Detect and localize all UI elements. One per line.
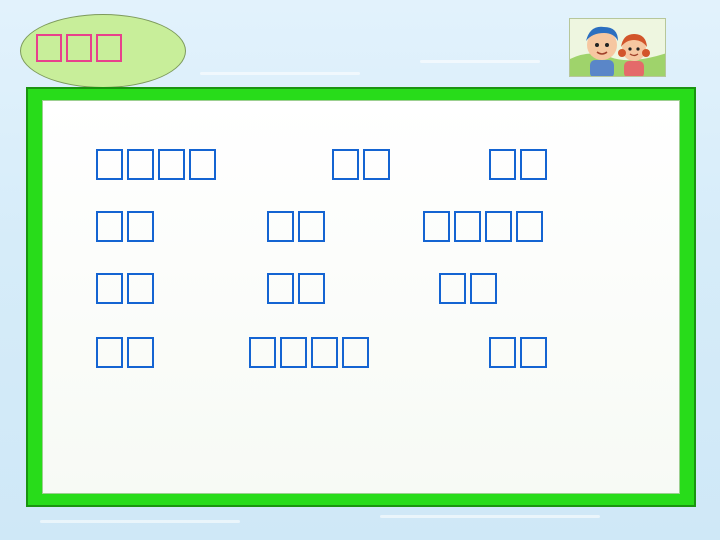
word-glyph (96, 149, 123, 180)
word-glyph (311, 337, 338, 368)
word-glyph (520, 149, 547, 180)
background-streak (420, 60, 540, 63)
word-glyph (96, 211, 123, 242)
word-glyph (454, 211, 481, 242)
word-glyph (489, 337, 516, 368)
title-glyph (66, 34, 92, 62)
word-glyph (267, 273, 294, 304)
word-glyph (516, 211, 543, 242)
word-glyph (342, 337, 369, 368)
word-item (423, 211, 543, 242)
word-item (489, 149, 547, 180)
kids-illustration (570, 19, 665, 76)
word-item (249, 337, 369, 368)
title-glyph (96, 34, 122, 62)
word-glyph (439, 273, 466, 304)
word-glyph (127, 337, 154, 368)
word-row (43, 211, 679, 247)
word-item (489, 337, 547, 368)
word-board (26, 87, 696, 507)
page-title (36, 34, 122, 68)
word-item (96, 337, 154, 368)
word-glyph (280, 337, 307, 368)
word-glyph (189, 149, 216, 180)
word-item (267, 273, 325, 304)
word-glyph (127, 149, 154, 180)
word-item (96, 273, 154, 304)
title-glyph (36, 34, 62, 62)
word-item (332, 149, 390, 180)
word-glyph (127, 211, 154, 242)
word-glyph (298, 211, 325, 242)
word-glyph (298, 273, 325, 304)
word-row (43, 273, 679, 309)
word-glyph (363, 149, 390, 180)
boy-and-girl-cartoon-icon (569, 18, 666, 77)
word-item (267, 211, 325, 242)
word-glyph (332, 149, 359, 180)
word-glyph (96, 337, 123, 368)
word-row (43, 149, 679, 185)
word-glyph (267, 211, 294, 242)
background-streak (40, 520, 240, 523)
word-glyph (489, 149, 516, 180)
word-glyph (249, 337, 276, 368)
word-item (439, 273, 497, 304)
background-streak (380, 515, 600, 518)
word-glyph (470, 273, 497, 304)
word-glyph (127, 273, 154, 304)
word-glyph (485, 211, 512, 242)
word-glyph (520, 337, 547, 368)
word-glyph (423, 211, 450, 242)
word-item (96, 149, 216, 180)
word-row (43, 337, 679, 373)
word-glyph (96, 273, 123, 304)
background-streak (200, 72, 360, 75)
word-board-surface (42, 100, 680, 494)
word-glyph (158, 149, 185, 180)
word-item (96, 211, 154, 242)
